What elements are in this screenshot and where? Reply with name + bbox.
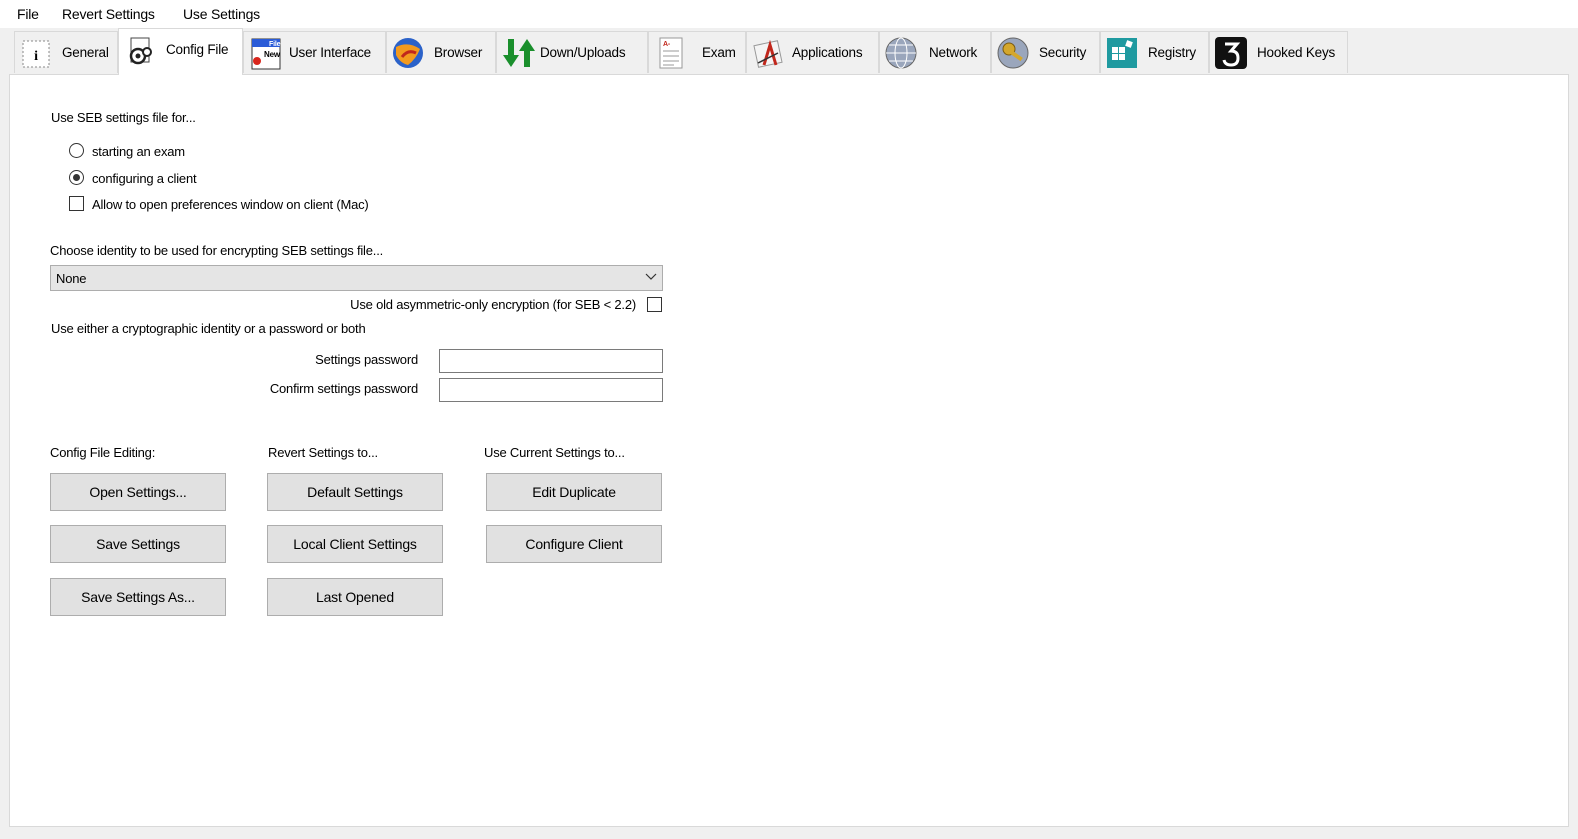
- radio-configuring-client[interactable]: [69, 170, 84, 185]
- local-client-settings-button[interactable]: Local Client Settings: [267, 525, 443, 563]
- svg-text:File: File: [269, 41, 281, 48]
- open-settings-button[interactable]: Open Settings...: [50, 473, 226, 511]
- browser-globe-icon: [393, 37, 423, 68]
- settings-password-label: Settings password: [315, 352, 418, 367]
- tab-label: Security: [1039, 45, 1087, 60]
- save-settings-as-button[interactable]: Save Settings As...: [50, 578, 226, 616]
- use-for-label: Use SEB settings file for...: [51, 110, 196, 125]
- registry-icon: [1107, 37, 1137, 68]
- file-menu-icon: File New: [251, 38, 281, 69]
- tab-label: Registry: [1148, 45, 1196, 60]
- radio-starting-exam-label[interactable]: starting an exam: [92, 144, 185, 159]
- default-settings-button[interactable]: Default Settings: [267, 473, 443, 511]
- config-file-editing-label: Config File Editing:: [50, 445, 156, 460]
- radio-starting-exam[interactable]: [69, 143, 84, 158]
- tab-label: Hooked Keys: [1257, 45, 1336, 60]
- old-encryption-checkbox[interactable]: [647, 297, 662, 312]
- config-file-panel: Use SEB settings file for... starting an…: [9, 74, 1569, 827]
- menu-revert-settings[interactable]: Revert Settings: [62, 6, 155, 22]
- svg-text:New: New: [264, 50, 281, 59]
- down-up-arrows-icon: [503, 38, 535, 67]
- tab-hooked-keys[interactable]: Hooked Keys: [1209, 31, 1348, 73]
- radio-configuring-client-label[interactable]: configuring a client: [92, 171, 197, 186]
- revert-settings-label: Revert Settings to...: [268, 445, 378, 460]
- tab-security[interactable]: Security: [991, 31, 1100, 73]
- tab-label: Network: [929, 45, 978, 60]
- tab-user-interface[interactable]: File New User Interface: [243, 31, 386, 73]
- save-settings-button[interactable]: Save Settings: [50, 525, 226, 563]
- svg-text:A-: A-: [663, 41, 671, 48]
- chevron-down-icon: [645, 273, 657, 280]
- security-keys-icon: [997, 37, 1029, 68]
- tab-config-file[interactable]: Config File: [118, 28, 243, 75]
- confirm-password-label: Confirm settings password: [269, 381, 418, 396]
- network-globe-icon: [885, 37, 917, 68]
- identity-label: Choose identity to be used for encryptin…: [50, 243, 384, 258]
- old-encryption-label[interactable]: Use old asymmetric-only encryption (for …: [350, 297, 636, 312]
- info-icon: i: [22, 40, 50, 67]
- tab-label: Applications: [792, 45, 863, 60]
- hooked-keys-icon: [1215, 36, 1247, 69]
- svg-text:i: i: [34, 49, 38, 64]
- tab-strip: i General Config File File New User Inte…: [0, 28, 1578, 75]
- tab-network[interactable]: Network: [879, 31, 991, 73]
- tab-exam[interactable]: A- Exam: [648, 31, 746, 73]
- confirm-password-input[interactable]: [439, 378, 663, 402]
- allow-prefs-label[interactable]: Allow to open preferences window on clie…: [92, 197, 369, 212]
- tab-label: Down/Uploads: [540, 45, 626, 60]
- tab-down-uploads[interactable]: Down/Uploads: [496, 31, 648, 73]
- exam-sheet-icon: A-: [659, 37, 683, 68]
- configure-client-button[interactable]: Configure Client: [486, 525, 662, 563]
- tab-label: General: [62, 45, 109, 60]
- use-current-settings-label: Use Current Settings to...: [484, 445, 625, 460]
- identity-select[interactable]: None: [50, 265, 663, 291]
- allow-prefs-checkbox[interactable]: [69, 196, 84, 211]
- last-opened-button[interactable]: Last Opened: [267, 578, 443, 616]
- menu-use-settings[interactable]: Use Settings: [183, 6, 260, 22]
- tab-applications[interactable]: Applications: [746, 31, 879, 73]
- tab-label: Exam: [702, 45, 736, 60]
- config-file-icon: [129, 37, 152, 65]
- menu-bar: File Revert Settings Use Settings: [0, 0, 1578, 28]
- tab-browser[interactable]: Browser: [386, 31, 496, 73]
- either-label: Use either a cryptographic identity or a…: [51, 321, 366, 336]
- menu-file[interactable]: File: [17, 6, 39, 22]
- edit-duplicate-button[interactable]: Edit Duplicate: [486, 473, 662, 511]
- tab-label: Config File: [166, 41, 229, 57]
- tab-registry[interactable]: Registry: [1100, 31, 1209, 73]
- tab-label: User Interface: [289, 45, 371, 60]
- applications-icon: [753, 39, 783, 68]
- settings-password-input[interactable]: [439, 349, 663, 373]
- identity-select-value: None: [56, 271, 87, 286]
- tab-general[interactable]: i General: [14, 31, 118, 73]
- tab-label: Browser: [434, 45, 483, 60]
